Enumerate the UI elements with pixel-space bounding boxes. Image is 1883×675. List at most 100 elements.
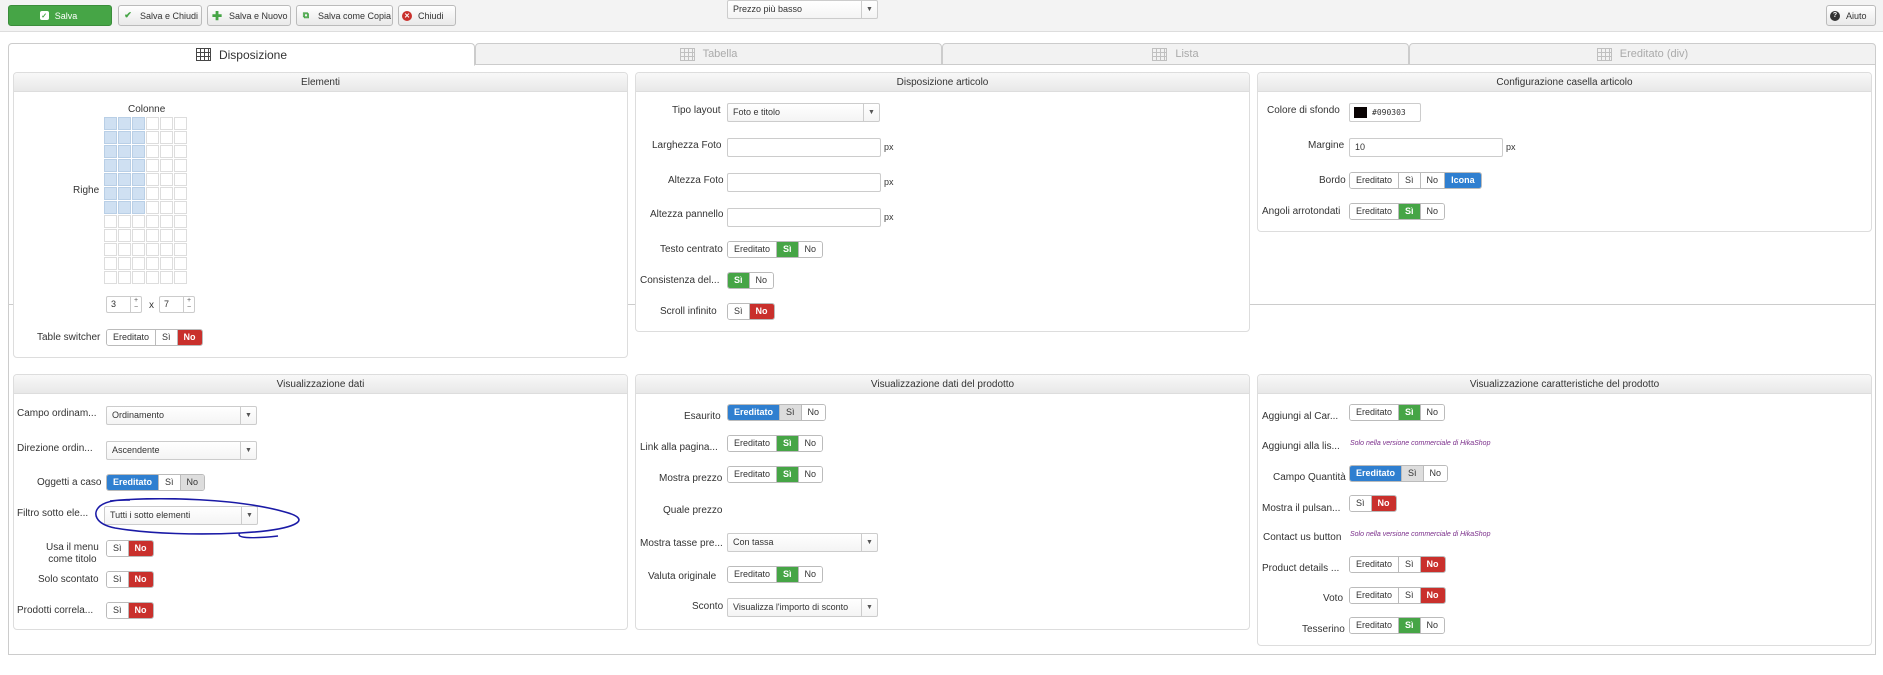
option-no[interactable]: No (798, 567, 823, 582)
tab-disposizione[interactable]: Disposizione (8, 43, 475, 66)
margine-input[interactable]: 10 (1349, 138, 1503, 157)
grid-cell[interactable] (104, 187, 117, 200)
option-no[interactable]: No (798, 436, 823, 451)
option-no[interactable]: No (128, 572, 153, 587)
grid-cell[interactable] (132, 257, 145, 270)
grid-cell[interactable] (160, 215, 173, 228)
grid-cell[interactable] (160, 201, 173, 214)
grid-cell[interactable] (174, 117, 187, 130)
grid-cell[interactable] (132, 117, 145, 130)
option-ereditato[interactable]: Ereditato (1350, 204, 1400, 219)
grid-cell[interactable] (118, 257, 131, 270)
grid-cell[interactable] (146, 117, 159, 130)
grid-cell[interactable] (104, 201, 117, 214)
option-si[interactable]: Sì (1350, 496, 1372, 511)
filtro-select[interactable]: Tutti i sotto elementi ▼ (104, 506, 258, 525)
grid-cell[interactable] (160, 271, 173, 284)
option-si[interactable]: Sì (159, 475, 181, 490)
grid-cell[interactable] (174, 257, 187, 270)
grid-cell[interactable] (146, 257, 159, 270)
grid-cell[interactable] (104, 243, 117, 256)
grid-cell[interactable] (132, 159, 145, 172)
grid-cell[interactable] (174, 159, 187, 172)
option-no[interactable]: No (1420, 204, 1445, 219)
grid-cell[interactable] (146, 159, 159, 172)
option-no[interactable]: No (749, 273, 774, 288)
direzione-select[interactable]: Ascendente ▼ (106, 441, 257, 460)
grid-cell[interactable] (104, 257, 117, 270)
bordo-toggle[interactable]: Ereditato Sì No Icona (1349, 172, 1482, 189)
option-no[interactable]: No (177, 330, 202, 345)
option-si[interactable]: Sì (1402, 466, 1424, 481)
option-si[interactable]: Sì (107, 572, 129, 587)
option-ereditato[interactable]: Ereditato (728, 467, 778, 482)
grid-cell[interactable] (160, 257, 173, 270)
grid-cell[interactable] (160, 145, 173, 158)
grid-cell[interactable] (146, 131, 159, 144)
option-no[interactable]: No (180, 475, 205, 490)
option-si[interactable]: Sì (1399, 173, 1421, 188)
option-si[interactable]: Sì (156, 330, 178, 345)
option-ereditato[interactable]: Ereditato (1350, 173, 1400, 188)
option-no[interactable]: No (1420, 618, 1445, 633)
larghezza-foto-input[interactable] (727, 138, 881, 157)
grid-cell[interactable] (174, 187, 187, 200)
grid-cell[interactable] (118, 243, 131, 256)
option-si[interactable]: Sì (1399, 557, 1421, 572)
option-si[interactable]: Sì (777, 467, 799, 482)
option-no[interactable]: No (128, 541, 153, 556)
grid-cell[interactable] (104, 131, 117, 144)
grid-cell[interactable] (132, 271, 145, 284)
option-si[interactable]: Sì (107, 603, 129, 618)
grid-cell[interactable] (160, 243, 173, 256)
option-si[interactable]: Sì (1399, 588, 1421, 603)
altezza-foto-input[interactable] (727, 173, 881, 192)
option-no[interactable]: No (801, 405, 826, 420)
grid-cell[interactable] (132, 243, 145, 256)
mostra-prezzo-toggle[interactable]: Ereditato Sì No (727, 466, 824, 483)
option-no[interactable]: No (1420, 588, 1445, 603)
grid-cell[interactable] (174, 173, 187, 186)
grid-cell[interactable] (132, 131, 145, 144)
grid-cell[interactable] (174, 243, 187, 256)
option-ereditato[interactable]: Ereditato (1350, 588, 1400, 603)
grid-cell[interactable] (160, 117, 173, 130)
grid-cell[interactable] (160, 187, 173, 200)
colore-sfondo-input[interactable]: #090303 (1349, 103, 1421, 122)
campo-ordinamento-select[interactable]: Ordinamento ▼ (106, 406, 257, 425)
grid-cell[interactable] (118, 145, 131, 158)
option-no[interactable]: No (798, 242, 823, 257)
grid-cell[interactable] (118, 271, 131, 284)
tab-ereditato-div[interactable]: Ereditato (div) (1409, 43, 1876, 65)
option-ereditato[interactable]: Ereditato (728, 436, 778, 451)
grid-cell[interactable] (118, 173, 131, 186)
grid-cell[interactable] (132, 229, 145, 242)
option-no[interactable]: No (1420, 557, 1445, 572)
grid-cell[interactable] (174, 201, 187, 214)
save-close-button[interactable]: ✔ Salva e Chiudi (118, 5, 202, 26)
grid-cell[interactable] (132, 215, 145, 228)
link-pagina-toggle[interactable]: Ereditato Sì No (727, 435, 824, 452)
option-si[interactable]: Sì (728, 273, 750, 288)
tab-tabella[interactable]: Tabella (475, 43, 942, 65)
grid-cell[interactable] (132, 187, 145, 200)
save-button[interactable]: ✓ Salva (8, 5, 112, 26)
altezza-pannello-input[interactable] (727, 208, 881, 227)
sconto-select[interactable]: Visualizza l'importo di sconto ▼ (727, 598, 878, 617)
grid-cell[interactable] (104, 271, 117, 284)
option-si[interactable]: Sì (1399, 618, 1421, 633)
grid-cell[interactable] (104, 145, 117, 158)
mostra-tasse-select[interactable]: Con tassa ▼ (727, 533, 878, 552)
columns-stepper[interactable]: 3 + − (106, 296, 142, 313)
option-icona[interactable]: Icona (1445, 173, 1481, 188)
option-si[interactable]: Sì (1399, 204, 1421, 219)
grid-cell[interactable] (118, 187, 131, 200)
option-ereditato[interactable]: Ereditato (1350, 618, 1400, 633)
grid-cell[interactable] (174, 229, 187, 242)
option-si[interactable]: Sì (777, 242, 799, 257)
option-no[interactable]: No (1371, 496, 1396, 511)
option-ereditato[interactable]: Ereditato (728, 567, 778, 582)
tab-lista[interactable]: Lista (942, 43, 1409, 65)
grid-cell[interactable] (132, 173, 145, 186)
grid-cell[interactable] (118, 131, 131, 144)
